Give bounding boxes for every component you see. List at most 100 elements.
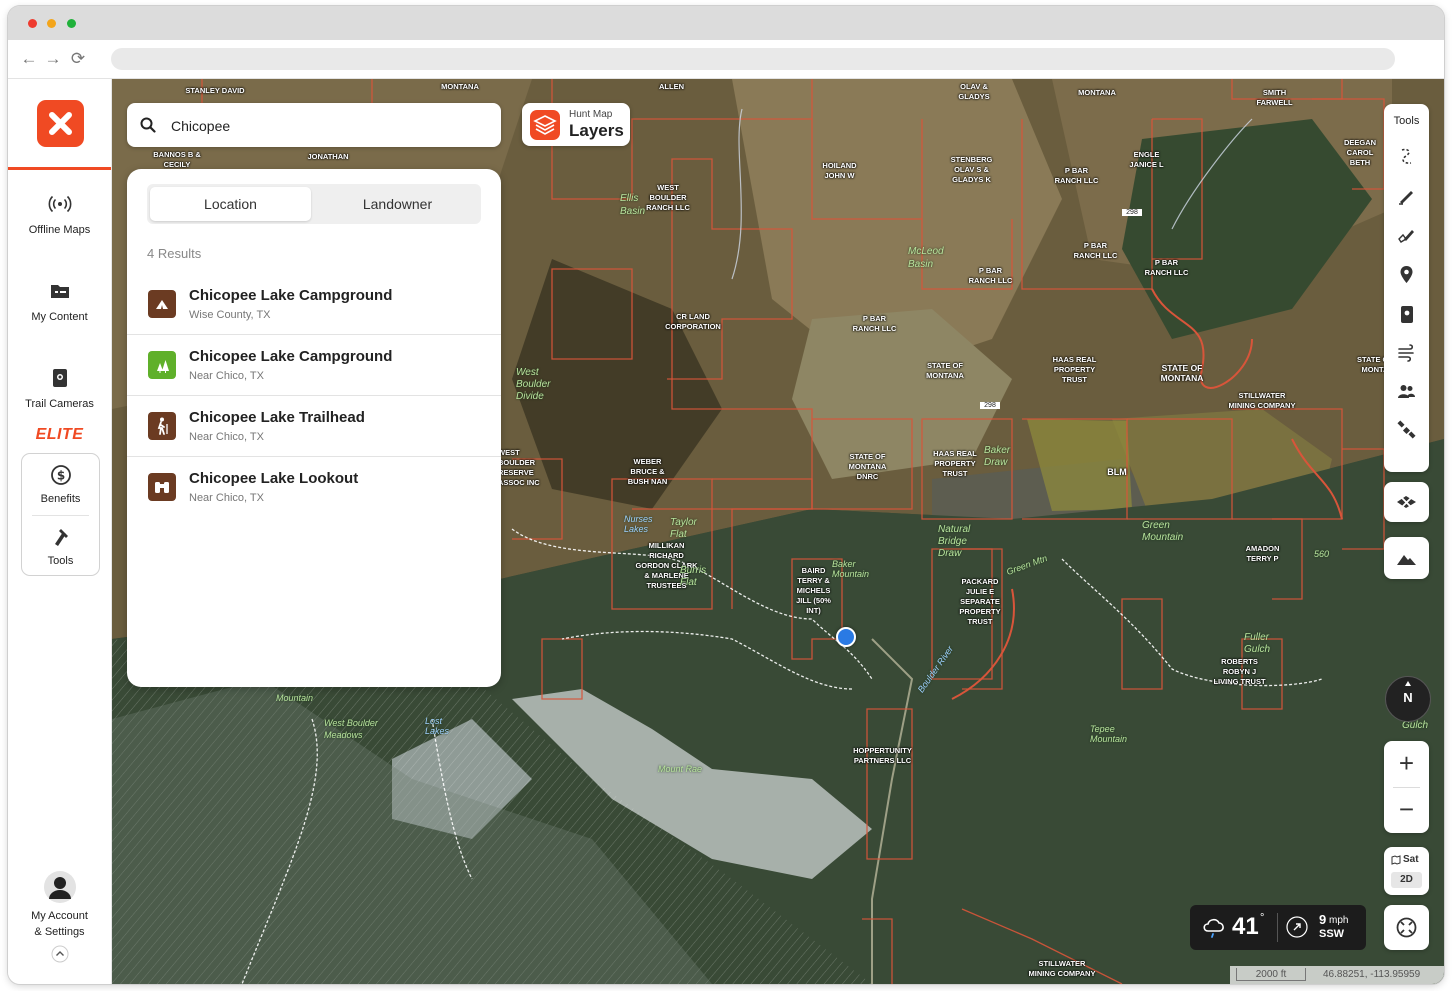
zoom-in-button[interactable]: + xyxy=(1384,741,1429,786)
avatar xyxy=(43,871,76,903)
tab-landowner[interactable]: Landowner xyxy=(317,187,478,221)
wind-direction-label: SSW xyxy=(1319,928,1345,940)
map-label: P BAR RANCH LLC xyxy=(1073,241,1118,260)
map-view[interactable]: STANLEY DAVID MONTANA ALLEN OLAV & GLADY… xyxy=(112,79,1444,984)
terrain-3d-button[interactable] xyxy=(1384,537,1429,579)
onx-logo[interactable] xyxy=(37,100,84,147)
layers-icon xyxy=(533,115,557,135)
divider xyxy=(1277,913,1278,942)
minimize-window-button[interactable] xyxy=(47,19,56,28)
hide-map-button[interactable] xyxy=(1384,482,1429,522)
tools-icon xyxy=(54,529,68,546)
tab-location[interactable]: Location xyxy=(150,187,311,221)
sidebar-item-account[interactable]: My Account & Settings xyxy=(8,871,111,939)
browser-window: ← → ⟳ Offline Maps My Content Trail Came… xyxy=(8,6,1444,984)
forward-arrow-icon[interactable]: → xyxy=(42,48,64,70)
sidebar-item-label: Benefits xyxy=(40,493,81,505)
locate-me-button[interactable] xyxy=(1384,905,1429,950)
map-pin-icon[interactable] xyxy=(1394,262,1419,287)
map-label: P BAR RANCH LLC xyxy=(968,266,1013,285)
map-label: CR LAND CORPORATION xyxy=(665,312,721,331)
chevron-up-icon[interactable] xyxy=(51,945,69,963)
map-label: BLM xyxy=(1107,467,1127,477)
group-people-icon[interactable] xyxy=(1394,379,1419,404)
highway-shield: 298 xyxy=(980,402,1000,409)
sidebar-item-tools[interactable]: Tools xyxy=(22,524,99,568)
current-location-marker[interactable] xyxy=(836,627,856,647)
geo-label: 560 xyxy=(1314,549,1330,559)
map-type-toggle[interactable]: Sat 2D xyxy=(1384,847,1429,895)
geo-label: Tepee Mountain xyxy=(1090,724,1128,744)
map-label: ROBERTS ROBYN J LIVING TRUST xyxy=(1213,657,1266,686)
track-route-icon[interactable] xyxy=(1394,144,1419,169)
map-label: WEBER BRUCE & BUSH NAN xyxy=(627,457,668,486)
wind-icon[interactable] xyxy=(1394,340,1419,365)
sidebar-item-trail-cameras[interactable]: Trail Cameras xyxy=(8,365,111,411)
map-label: STATE OF MONTANA xyxy=(1160,363,1204,383)
sidebar-item-benefits[interactable]: $ Benefits xyxy=(22,462,99,506)
wind-speed-value: 9 xyxy=(1319,912,1327,927)
map-label: MONTANA xyxy=(441,82,479,91)
result-subtitle: Near Chico, TX xyxy=(189,492,264,504)
list-item[interactable]: Chicopee Lake Campground Wise County, TX xyxy=(127,273,501,335)
maximize-window-button[interactable] xyxy=(67,19,76,28)
trail-camera-tool-icon[interactable] xyxy=(1394,302,1419,327)
satellite-icon[interactable] xyxy=(1394,418,1419,443)
list-item[interactable]: Chicopee Lake Trailhead Near Chico, TX xyxy=(127,395,501,457)
geo-label: Fuller Gulch xyxy=(1244,632,1271,655)
close-window-button[interactable] xyxy=(28,19,37,28)
result-title: Chicopee Lake Campground xyxy=(189,287,393,304)
list-item[interactable]: Chicopee Lake Campground Near Chico, TX xyxy=(127,334,501,396)
back-arrow-icon[interactable]: ← xyxy=(18,48,40,70)
binoculars-icon xyxy=(148,473,176,501)
divider xyxy=(32,515,89,516)
tools-panel: Tools xyxy=(1384,104,1429,472)
map-label: MONTANA xyxy=(1078,88,1116,97)
layers-button-label: Layers xyxy=(569,121,624,140)
layers-button-caption: Hunt Map xyxy=(569,109,613,120)
address-bar[interactable] xyxy=(111,48,1395,70)
zoom-out-button[interactable]: − xyxy=(1384,787,1429,832)
result-subtitle: Near Chico, TX xyxy=(189,370,264,382)
map-label: STILLWATER MINING COMPANY xyxy=(1028,959,1096,978)
geo-label: Burris Flat xyxy=(680,565,707,588)
geo-label: Natural Bridge Draw xyxy=(938,524,971,559)
search-results-panel: Location Landowner 4 Results Chicopee La… xyxy=(127,169,501,687)
sidebar-item-offline-maps[interactable]: Offline Maps xyxy=(8,191,111,237)
draw-line-icon[interactable] xyxy=(1394,183,1419,208)
highway-shield: 298 xyxy=(1122,209,1142,216)
layers-button[interactable]: Hunt Map Layers xyxy=(522,103,630,146)
account-label-line1: My Account xyxy=(31,910,88,922)
wind-speed-unit: mph xyxy=(1329,915,1349,926)
draw-shape-icon[interactable] xyxy=(1394,222,1419,247)
target-crosshair-icon xyxy=(1396,917,1417,938)
geo-label: West Boulder Meadows xyxy=(324,718,378,740)
sidebar: Offline Maps My Content Trail Cameras EL… xyxy=(8,79,112,984)
tools-title: Tools xyxy=(1393,115,1420,127)
svg-text:$: $ xyxy=(56,469,64,483)
broadcast-icon xyxy=(48,195,71,213)
geo-label: Ellis Basin xyxy=(620,193,646,217)
geo-label: Baker Mountain xyxy=(832,559,870,579)
scale-distance: 2000 ft xyxy=(1236,968,1306,981)
geo-label: West Boulder Divide xyxy=(516,367,551,402)
list-item[interactable]: Chicopee Lake Lookout Near Chico, TX xyxy=(127,456,501,517)
map-label: HAAS REAL PROPERTY TRUST xyxy=(933,449,977,478)
map-label: STATE OF MONTANA DNRC xyxy=(848,452,887,481)
reload-icon[interactable]: ⟳ xyxy=(67,48,89,70)
compass-button[interactable]: N xyxy=(1385,676,1431,722)
map-label: DEEGAN CAROL BETH xyxy=(1343,138,1377,167)
map-label: STATE OF MONTANA xyxy=(926,361,964,380)
wind-direction-icon xyxy=(1286,916,1308,938)
forest-campground-icon xyxy=(148,351,176,379)
map-label: STANLEY DAVID xyxy=(185,86,245,95)
weather-widget[interactable]: 41 ° 9 mph SSW xyxy=(1190,905,1366,950)
search-input[interactable] xyxy=(169,103,493,149)
geo-label: Nurses Lakes xyxy=(624,514,653,534)
result-subtitle: Near Chico, TX xyxy=(189,431,264,443)
sidebar-item-my-content[interactable]: My Content xyxy=(8,278,111,324)
map-off-icon xyxy=(1397,496,1416,508)
map-label: WEST BOULDER RESERVE ASSOC INC xyxy=(498,448,540,487)
compass-north-label: N xyxy=(1403,690,1413,705)
browser-toolbar: ← → ⟳ xyxy=(8,40,1444,79)
